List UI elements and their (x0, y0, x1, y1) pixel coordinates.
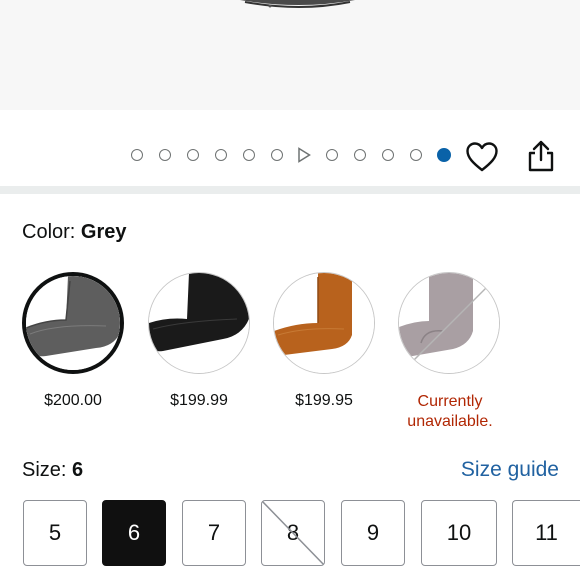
unavailable-strike-icon (262, 501, 324, 565)
black-boot-thumbnail (149, 273, 249, 373)
size-option-label: 11 (535, 520, 558, 545)
size-option-7[interactable]: 7 (182, 500, 246, 566)
size-option-label: 5 (48, 520, 62, 545)
carousel-dot[interactable] (382, 149, 394, 161)
color-swatch-grey[interactable] (22, 272, 124, 374)
carousel-dot[interactable] (215, 149, 227, 161)
swatch-price: $200.00 (44, 392, 102, 409)
light-grey-boot-thumbnail (399, 273, 499, 373)
carousel-dot[interactable] (326, 149, 338, 161)
heart-icon[interactable] (465, 141, 499, 173)
swatch-unavailable-text: Currently unavailable. (407, 393, 493, 430)
size-label: Size: 6 (22, 459, 83, 482)
size-option-8-unavailable[interactable]: 8 (261, 500, 325, 566)
color-swatch-chestnut[interactable] (273, 272, 375, 374)
size-option-label: 7 (207, 520, 221, 545)
chestnut-boot-thumbnail (274, 273, 374, 373)
carousel-dot[interactable] (410, 149, 422, 161)
color-label: Color: Grey (22, 221, 127, 244)
swatch-price: $199.99 (170, 392, 228, 409)
product-image[interactable] (0, 0, 580, 110)
size-option-9[interactable]: 9 (341, 500, 405, 566)
size-guide-link[interactable]: Size guide (461, 458, 559, 482)
size-option-label: 9 (366, 520, 380, 545)
selected-size-value: 6 (72, 459, 84, 481)
carousel-dot[interactable] (187, 149, 199, 161)
size-option-label: 10 (446, 520, 472, 545)
carousel-dot[interactable] (271, 149, 283, 161)
swatch-price: $199.95 (295, 392, 353, 409)
size-option-6[interactable]: 6 (102, 500, 166, 566)
size-option-10[interactable]: 10 (421, 500, 497, 566)
section-divider (0, 186, 580, 194)
size-label-text: Size: (22, 459, 67, 481)
grey-boot-thumbnail (26, 276, 120, 370)
carousel-dot[interactable] (159, 149, 171, 161)
share-icon[interactable] (526, 139, 556, 173)
carousel-dot[interactable] (354, 149, 366, 161)
boot-sole-image (240, 0, 355, 8)
carousel-dot[interactable] (243, 149, 255, 161)
selected-color-value: Grey (80, 221, 127, 243)
color-label-text: Color: (22, 221, 76, 243)
size-option-5[interactable]: 5 (23, 500, 87, 566)
size-option-11[interactable]: 11 (512, 500, 580, 566)
video-play-icon[interactable] (297, 147, 311, 163)
color-swatch-light-grey[interactable] (398, 272, 500, 374)
color-swatch-black[interactable] (148, 272, 250, 374)
size-option-label: 6 (127, 520, 141, 545)
carousel-dot[interactable] (131, 149, 143, 161)
carousel-dot-active[interactable] (437, 148, 451, 162)
